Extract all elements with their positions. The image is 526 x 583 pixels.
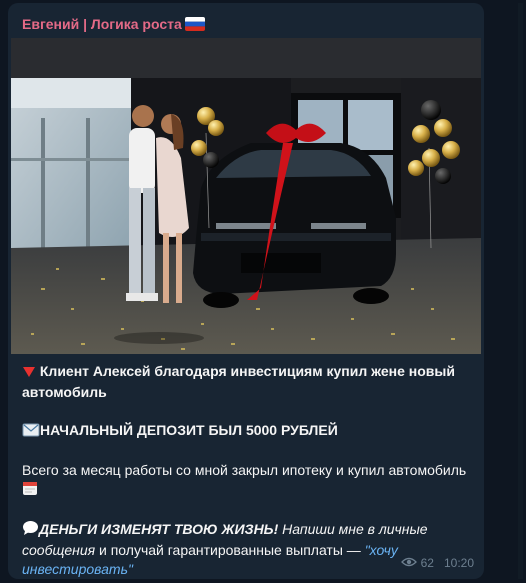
view-count: 62 [420,556,434,570]
message-bubble[interactable]: Евгений | Логика роста Клиент Алексей бл… [8,3,484,579]
cta-plain: и получай гарантированные выплаты — [95,542,365,558]
red-triangle-down-icon [22,364,36,383]
deposit-line: НАЧАЛЬНЫЙ ДЕПОЗИТ БЫЛ 5000 РУБЛЕЙ [22,421,477,442]
headline-line: Клиент Алексей благодаря инвестициям куп… [22,362,477,402]
message-text: Клиент Алексей благодаря инвестициям куп… [22,362,477,579]
deposit-text: НАЧАЛЬНЫЙ ДЕПОЗИТ БЫЛ 5000 РУБЛЕЙ [40,422,338,438]
cta-bold: ДЕНЬГИ ИЗМЕНЯТ ТВОЮ ЖИЗНЬ! [39,521,279,537]
message-time: 10:20 [443,556,474,570]
message-photo[interactable] [11,38,481,354]
cta-line: ДЕНЬГИ ИЗМЕНЯТ ТВОЮ ЖИЗНЬ! Напиши мне в … [22,520,477,579]
sender-name-row[interactable]: Евгений | Логика роста [22,16,205,32]
body-text: Всего за месяц работы со мной закрыл ипо… [22,462,467,478]
message-meta: 62 10:20 [400,556,474,570]
body-line: Всего за месяц работы со мной закрыл ипо… [22,461,477,501]
speech-bubble-icon [22,520,39,541]
eye-icon [400,556,417,570]
envelope-icon [22,423,40,442]
sender-name[interactable]: Евгений | Логика роста [22,16,182,32]
headline-text: Клиент Алексей благодаря инвестициям куп… [22,363,455,400]
calendar-icon [22,480,38,501]
russia-flag-icon [184,17,205,31]
chat-scrollbar[interactable] [518,3,523,579]
